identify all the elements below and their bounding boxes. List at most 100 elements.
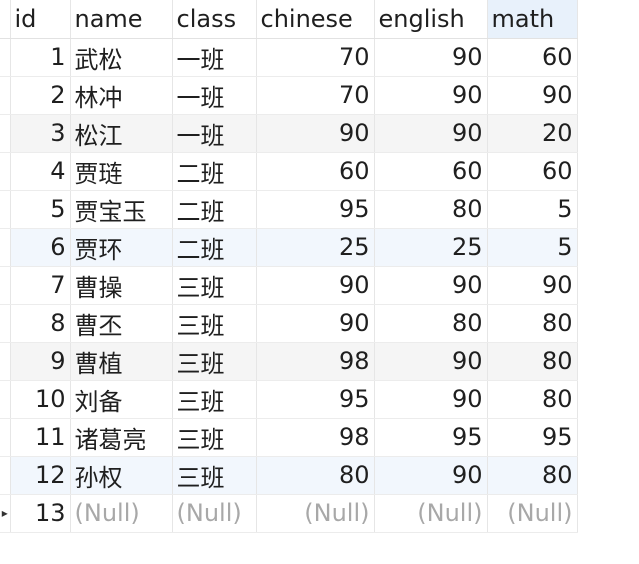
cell-math[interactable]: 90 bbox=[487, 266, 578, 305]
row-marker[interactable] bbox=[0, 266, 11, 305]
cell-chinese[interactable]: 95 bbox=[256, 190, 375, 229]
column-header-english[interactable]: english bbox=[374, 0, 488, 39]
cell-name[interactable]: 曹操 bbox=[70, 266, 173, 305]
null-cell-english[interactable]: (Null) bbox=[374, 494, 488, 533]
cell-english[interactable]: 80 bbox=[374, 190, 488, 229]
cell-class[interactable]: 三班 bbox=[172, 380, 257, 419]
cell-chinese[interactable]: 80 bbox=[256, 456, 375, 495]
current-row-marker-icon[interactable]: ▸ bbox=[0, 494, 11, 533]
cell-id[interactable]: 3 bbox=[10, 114, 71, 153]
cell-chinese[interactable]: 98 bbox=[256, 342, 375, 381]
table-row[interactable]: 9 曹植 三班 98 90 80 bbox=[0, 342, 578, 381]
row-marker[interactable] bbox=[0, 380, 11, 419]
null-cell-math[interactable]: (Null) bbox=[487, 494, 578, 533]
row-marker[interactable] bbox=[0, 342, 11, 381]
cell-class[interactable]: 二班 bbox=[172, 152, 257, 191]
column-header-chinese[interactable]: chinese bbox=[256, 0, 375, 39]
cell-class[interactable]: 三班 bbox=[172, 266, 257, 305]
null-cell-class[interactable]: (Null) bbox=[172, 494, 257, 533]
row-marker[interactable] bbox=[0, 190, 11, 229]
table-row[interactable]: 7 曹操 三班 90 90 90 bbox=[0, 266, 578, 305]
cell-id[interactable]: 10 bbox=[10, 380, 71, 419]
cell-english[interactable]: 90 bbox=[374, 456, 488, 495]
cell-id[interactable]: 2 bbox=[10, 76, 71, 115]
cell-class[interactable]: 一班 bbox=[172, 76, 257, 115]
cell-english[interactable]: 80 bbox=[374, 304, 488, 343]
cell-name[interactable]: 林冲 bbox=[70, 76, 173, 115]
cell-math[interactable]: 95 bbox=[487, 418, 578, 457]
cell-name[interactable]: 武松 bbox=[70, 38, 173, 77]
cell-english[interactable]: 90 bbox=[374, 342, 488, 381]
cell-id[interactable]: 8 bbox=[10, 304, 71, 343]
cell-math[interactable]: 5 bbox=[487, 190, 578, 229]
cell-english[interactable]: 90 bbox=[374, 38, 488, 77]
cell-name[interactable]: 诸葛亮 bbox=[70, 418, 173, 457]
cell-chinese[interactable]: 70 bbox=[256, 38, 375, 77]
table-row[interactable]: 3 松江 一班 90 90 20 bbox=[0, 114, 578, 153]
cell-english[interactable]: 60 bbox=[374, 152, 488, 191]
cell-class[interactable]: 一班 bbox=[172, 38, 257, 77]
data-grid[interactable]: id name class chinese english math 1 武松 一班… bbox=[0, 0, 578, 533]
cell-math[interactable]: 80 bbox=[487, 304, 578, 343]
table-row[interactable]: 12 孙权 三班 80 90 80 bbox=[0, 456, 578, 495]
cell-chinese[interactable]: 95 bbox=[256, 380, 375, 419]
cell-math[interactable]: 80 bbox=[487, 342, 578, 381]
cell-english[interactable]: 90 bbox=[374, 380, 488, 419]
row-marker[interactable] bbox=[0, 76, 11, 115]
cell-english[interactable]: 90 bbox=[374, 114, 488, 153]
table-row[interactable]: 1 武松 一班 70 90 60 bbox=[0, 38, 578, 77]
cell-id[interactable]: 13 bbox=[10, 494, 71, 533]
cell-math[interactable]: 60 bbox=[487, 152, 578, 191]
table-row[interactable]: 4 贾琏 二班 60 60 60 bbox=[0, 152, 578, 191]
cell-math[interactable]: 20 bbox=[487, 114, 578, 153]
row-marker[interactable] bbox=[0, 304, 11, 343]
cell-chinese[interactable]: 90 bbox=[256, 304, 375, 343]
cell-chinese[interactable]: 25 bbox=[256, 228, 375, 267]
table-row[interactable]: 10 刘备 三班 95 90 80 bbox=[0, 380, 578, 419]
cell-chinese[interactable]: 90 bbox=[256, 114, 375, 153]
cell-class[interactable]: 二班 bbox=[172, 228, 257, 267]
cell-id[interactable]: 11 bbox=[10, 418, 71, 457]
cell-class[interactable]: 三班 bbox=[172, 342, 257, 381]
cell-math[interactable]: 90 bbox=[487, 76, 578, 115]
cell-name[interactable]: 曹丕 bbox=[70, 304, 173, 343]
cell-english[interactable]: 95 bbox=[374, 418, 488, 457]
cell-class[interactable]: 三班 bbox=[172, 418, 257, 457]
cell-id[interactable]: 5 bbox=[10, 190, 71, 229]
cell-english[interactable]: 90 bbox=[374, 76, 488, 115]
cell-math[interactable]: 80 bbox=[487, 380, 578, 419]
cell-chinese[interactable]: 70 bbox=[256, 76, 375, 115]
column-header-id[interactable]: id bbox=[10, 0, 71, 39]
cell-chinese[interactable]: 90 bbox=[256, 266, 375, 305]
cell-id[interactable]: 12 bbox=[10, 456, 71, 495]
cell-id[interactable]: 9 bbox=[10, 342, 71, 381]
cell-english[interactable]: 25 bbox=[374, 228, 488, 267]
cell-id[interactable]: 1 bbox=[10, 38, 71, 77]
null-cell-name[interactable]: (Null) bbox=[70, 494, 173, 533]
cell-name[interactable]: 贾宝玉 bbox=[70, 190, 173, 229]
row-marker[interactable] bbox=[0, 38, 11, 77]
table-row[interactable]: 6 贾环 二班 25 25 5 bbox=[0, 228, 578, 267]
cell-chinese[interactable]: 60 bbox=[256, 152, 375, 191]
cell-class[interactable]: 三班 bbox=[172, 304, 257, 343]
table-row[interactable]: 2 林冲 一班 70 90 90 bbox=[0, 76, 578, 115]
cell-math[interactable]: 80 bbox=[487, 456, 578, 495]
cell-class[interactable]: 三班 bbox=[172, 456, 257, 495]
cell-name[interactable]: 松江 bbox=[70, 114, 173, 153]
row-marker[interactable] bbox=[0, 114, 11, 153]
cell-id[interactable]: 4 bbox=[10, 152, 71, 191]
null-cell-chinese[interactable]: (Null) bbox=[256, 494, 375, 533]
row-marker[interactable] bbox=[0, 152, 11, 191]
table-row[interactable]: 11 诸葛亮 三班 98 95 95 bbox=[0, 418, 578, 457]
table-row[interactable]: 8 曹丕 三班 90 80 80 bbox=[0, 304, 578, 343]
cell-class[interactable]: 一班 bbox=[172, 114, 257, 153]
column-header-math[interactable]: math bbox=[487, 0, 578, 39]
new-row[interactable]: ▸ 13 (Null) (Null) (Null) (Null) (Null) bbox=[0, 494, 578, 533]
cell-name[interactable]: 孙权 bbox=[70, 456, 173, 495]
cell-name[interactable]: 刘备 bbox=[70, 380, 173, 419]
cell-math[interactable]: 5 bbox=[487, 228, 578, 267]
cell-id[interactable]: 6 bbox=[10, 228, 71, 267]
cell-name[interactable]: 贾琏 bbox=[70, 152, 173, 191]
column-header-class[interactable]: class bbox=[172, 0, 257, 39]
row-marker[interactable] bbox=[0, 228, 11, 267]
